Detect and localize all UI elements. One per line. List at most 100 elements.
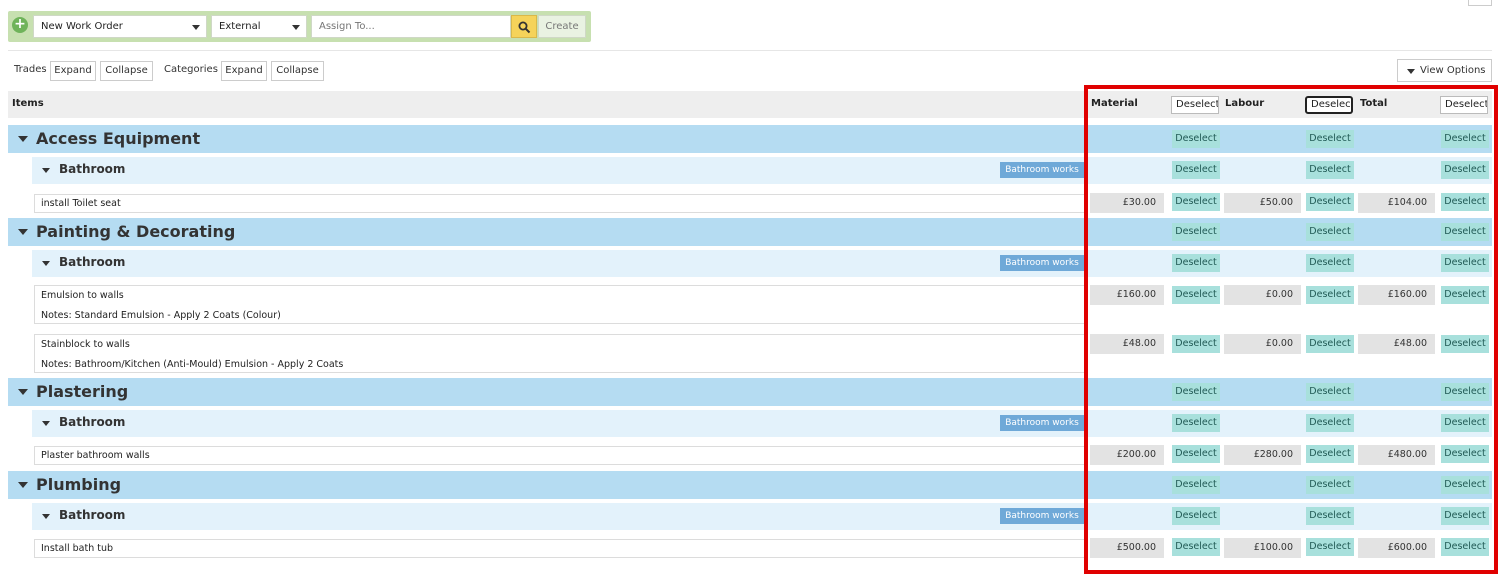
labour-deselect-button[interactable]: Deselect <box>1306 507 1354 525</box>
material-deselect-button[interactable]: Deselect <box>1172 507 1220 525</box>
categories-collapse-button[interactable]: Collapse <box>271 61 324 81</box>
labour-deselect-all-button[interactable]: Deselec <box>1305 96 1353 114</box>
total-deselect-button[interactable]: Deselect <box>1441 445 1489 463</box>
trade-row-plastering[interactable]: Plastering <box>8 378 1492 406</box>
material-price: £160.00 <box>1090 285 1164 305</box>
work-order-type-select[interactable]: New Work Order <box>33 15 207 38</box>
category-row-bathroom[interactable]: Bathroom Bathroom works <box>32 157 1492 184</box>
labour-deselect-button[interactable]: Deselect <box>1306 193 1354 211</box>
material-deselect-button[interactable]: Deselect <box>1172 383 1220 401</box>
material-deselect-button[interactable]: Deselect <box>1172 538 1220 556</box>
labour-price: £280.00 <box>1224 445 1301 465</box>
category-title: Bathroom <box>59 255 126 269</box>
trades-collapse-button[interactable]: Collapse <box>100 61 153 81</box>
labour-header: Labour <box>1225 98 1265 109</box>
labour-deselect-button[interactable]: Deselect <box>1306 414 1354 432</box>
total-deselect-button[interactable]: Deselect <box>1441 286 1489 304</box>
item-notes: Notes: Standard Emulsion - Apply 2 Coats… <box>41 310 281 321</box>
labour-deselect-button[interactable]: Deselect <box>1306 161 1354 179</box>
total-deselect-button[interactable]: Deselect <box>1441 476 1489 494</box>
material-deselect-button[interactable]: Deselect <box>1172 414 1220 432</box>
total-deselect-button[interactable]: Deselect <box>1441 538 1489 556</box>
table-header <box>8 91 1492 118</box>
collapse-triangle-icon[interactable] <box>42 168 50 173</box>
collapse-triangle-icon[interactable] <box>18 229 28 235</box>
add-icon[interactable]: + <box>12 17 28 33</box>
collapse-triangle-icon[interactable] <box>42 514 50 519</box>
total-deselect-button[interactable]: Deselect <box>1441 161 1489 179</box>
labour-price: £100.00 <box>1224 538 1301 558</box>
trade-title: Plumbing <box>36 475 122 494</box>
total-deselect-button[interactable]: Deselect <box>1441 335 1489 353</box>
view-options-label: View Options <box>1420 65 1486 76</box>
material-deselect-button[interactable]: Deselect <box>1172 161 1220 179</box>
labour-price: £0.00 <box>1224 334 1301 354</box>
item-name: Stainblock to walls <box>41 339 130 350</box>
contractor-type-select[interactable]: External <box>211 15 307 38</box>
labour-deselect-button[interactable]: Deselect <box>1306 130 1354 148</box>
category-title: Bathroom <box>59 415 126 429</box>
collapse-triangle-icon[interactable] <box>42 421 50 426</box>
search-button[interactable] <box>511 15 537 38</box>
trade-row-painting-decorating[interactable]: Painting & Decorating <box>8 218 1492 246</box>
category-row-bathroom[interactable]: Bathroom Bathroom works <box>32 250 1492 277</box>
labour-price: £0.00 <box>1224 285 1301 305</box>
contractor-type-value: External <box>219 21 261 32</box>
total-price: £600.00 <box>1358 538 1435 558</box>
chevron-down-icon <box>1407 69 1415 74</box>
material-deselect-button[interactable]: Deselect <box>1172 445 1220 463</box>
collapse-triangle-icon[interactable] <box>18 389 28 395</box>
labour-deselect-button[interactable]: Deselect <box>1306 254 1354 272</box>
labour-deselect-button[interactable]: Deselect <box>1306 335 1354 353</box>
trade-row-access-equipment[interactable]: Access Equipment <box>8 125 1492 153</box>
material-deselect-button[interactable]: Deselect <box>1172 254 1220 272</box>
material-deselect-button[interactable]: Deselect <box>1172 193 1220 211</box>
total-deselect-button[interactable]: Deselect <box>1441 223 1489 241</box>
material-deselect-button[interactable]: Deselect <box>1172 286 1220 304</box>
labour-deselect-button[interactable]: Deselect <box>1306 383 1354 401</box>
assign-to-input[interactable] <box>311 15 511 38</box>
collapse-triangle-icon[interactable] <box>18 482 28 488</box>
material-deselect-button[interactable]: Deselect <box>1172 476 1220 494</box>
material-deselect-button[interactable]: Deselect <box>1172 223 1220 241</box>
total-deselect-button[interactable]: Deselect <box>1441 130 1489 148</box>
item-row[interactable]: Emulsion to walls Notes: Standard Emulsi… <box>34 285 1086 324</box>
category-row-bathroom[interactable]: Bathroom Bathroom works <box>32 503 1492 530</box>
item-row[interactable]: Plaster bathroom walls <box>34 446 1086 465</box>
item-row[interactable]: Install bath tub <box>34 539 1086 558</box>
trade-row-plumbing[interactable]: Plumbing <box>8 471 1492 499</box>
labour-deselect-button[interactable]: Deselect <box>1306 286 1354 304</box>
total-deselect-button[interactable]: Deselect <box>1441 507 1489 525</box>
labour-deselect-button[interactable]: Deselect <box>1306 223 1354 241</box>
category-title: Bathroom <box>59 508 126 522</box>
material-deselect-all-button[interactable]: Deselect <box>1171 96 1219 114</box>
total-deselect-all-button[interactable]: Deselect <box>1440 96 1488 114</box>
total-deselect-button[interactable]: Deselect <box>1441 383 1489 401</box>
category-tag: Bathroom works <box>1000 162 1084 178</box>
items-header: Items <box>12 98 44 109</box>
chevron-down-icon <box>292 25 300 30</box>
total-deselect-button[interactable]: Deselect <box>1441 254 1489 272</box>
categories-label: Categories <box>164 64 218 75</box>
item-row[interactable]: install Toilet seat <box>34 194 1086 213</box>
material-deselect-button[interactable]: Deselect <box>1172 335 1220 353</box>
material-deselect-button[interactable]: Deselect <box>1172 130 1220 148</box>
total-deselect-button[interactable]: Deselect <box>1441 414 1489 432</box>
item-row[interactable]: Stainblock to walls Notes: Bathroom/Kitc… <box>34 334 1086 373</box>
total-price: £160.00 <box>1358 285 1435 305</box>
collapse-triangle-icon[interactable] <box>18 136 28 142</box>
view-options-button[interactable]: View Options <box>1397 59 1492 82</box>
collapse-triangle-icon[interactable] <box>42 261 50 266</box>
categories-expand-button[interactable]: Expand <box>221 61 267 81</box>
create-button[interactable]: Create <box>538 15 586 38</box>
category-row-bathroom[interactable]: Bathroom Bathroom works <box>32 410 1492 437</box>
labour-deselect-button[interactable]: Deselect <box>1306 476 1354 494</box>
labour-deselect-button[interactable]: Deselect <box>1306 538 1354 556</box>
category-tag: Bathroom works <box>1000 255 1084 271</box>
trades-expand-button[interactable]: Expand <box>50 61 96 81</box>
chevron-down-icon <box>192 25 200 30</box>
total-deselect-button[interactable]: Deselect <box>1441 193 1489 211</box>
total-price: £480.00 <box>1358 445 1435 465</box>
corner-control[interactable] <box>1468 0 1492 6</box>
labour-deselect-button[interactable]: Deselect <box>1306 445 1354 463</box>
